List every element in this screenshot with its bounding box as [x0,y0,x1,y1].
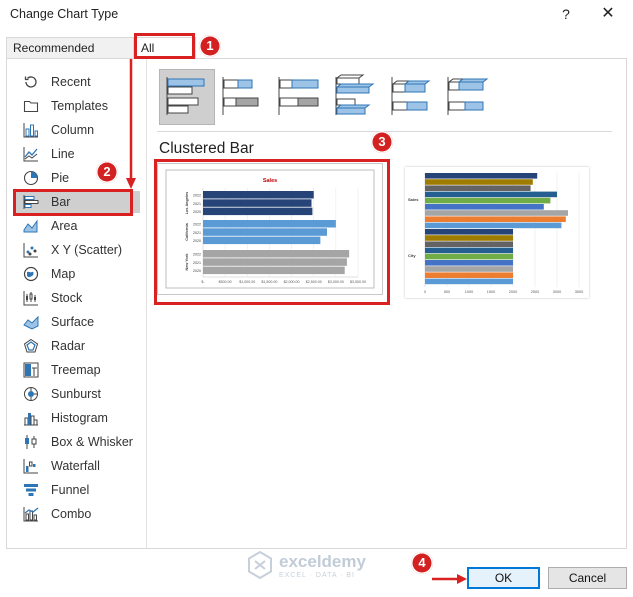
annotation-arrows [126,59,467,584]
step-badge-2: 2 [96,161,118,183]
step-badge-1: 1 [199,35,221,57]
step-badge-4: 4 [411,552,433,574]
step-badge-3: 3 [371,131,393,153]
